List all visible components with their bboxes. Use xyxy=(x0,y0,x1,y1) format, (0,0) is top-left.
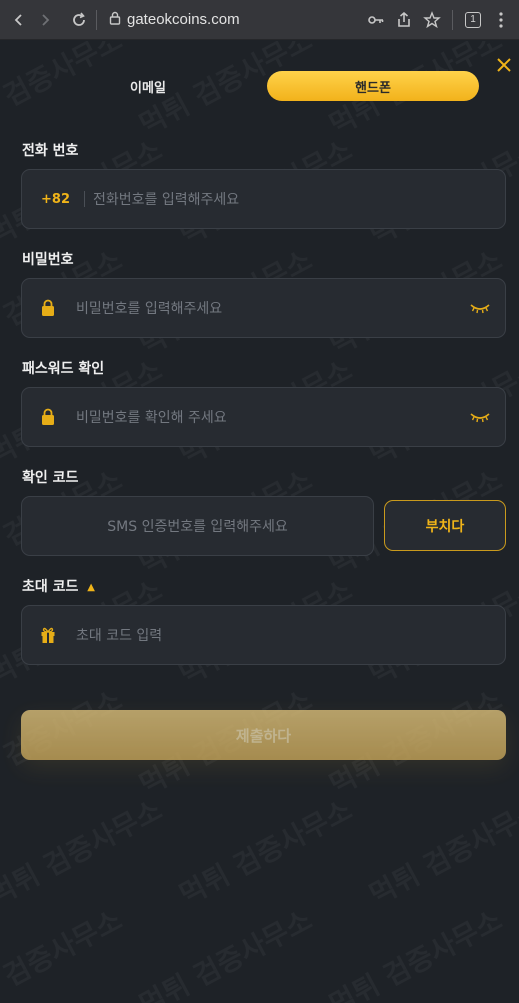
watermark-text: 먹튀 검증사무소 xyxy=(0,789,168,914)
menu-icon[interactable] xyxy=(489,8,513,32)
expand-arrow-icon[interactable]: ▲ xyxy=(87,582,95,593)
bookmark-icon[interactable] xyxy=(420,8,444,32)
lock-icon xyxy=(40,299,56,317)
watermark-text: 먹튀 검증사무소 xyxy=(132,899,319,1003)
back-icon[interactable] xyxy=(6,7,32,33)
tabs-icon[interactable]: 1 xyxy=(461,8,485,32)
site-info-icon[interactable] xyxy=(109,10,121,29)
invite-input[interactable]: 초대 코드 입력 xyxy=(76,625,162,645)
send-code-button[interactable]: 부치다 xyxy=(384,500,506,551)
tab-email[interactable]: 이메일 xyxy=(42,71,254,101)
invite-label[interactable]: 초대 코드 ▲ xyxy=(22,576,95,596)
watermark-text: 먹튀 검증사무소 xyxy=(362,789,519,914)
login-method-tabs: 이메일 핸드폰 xyxy=(42,71,479,101)
password-confirm-label: 패스워드 확인 xyxy=(22,361,105,377)
watermark-text: 먹튀 검증사무소 xyxy=(0,899,128,1003)
forward-icon[interactable] xyxy=(32,7,58,33)
key-icon[interactable] xyxy=(364,8,388,32)
close-icon[interactable] xyxy=(493,56,515,78)
field-divider xyxy=(83,191,85,207)
tab-count: 1 xyxy=(465,11,481,28)
password-label: 비밀번호 xyxy=(22,252,74,268)
password-input[interactable]: 비밀번호를 입력해주세요 xyxy=(76,298,222,318)
reload-icon[interactable] xyxy=(66,7,92,33)
browser-toolbar: gateokcoins.com 1 xyxy=(0,0,519,40)
address-bar[interactable]: gateokcoins.com xyxy=(109,10,364,29)
lock-icon xyxy=(40,408,56,426)
share-icon[interactable] xyxy=(392,8,416,32)
phone-label: 전화 번호 xyxy=(22,143,79,159)
toolbar-divider xyxy=(96,9,97,30)
phone-field[interactable]: +82 전화번호를 입력해주세요 xyxy=(21,169,506,229)
password-field[interactable]: 비밀번호를 입력해주세요 xyxy=(21,278,506,338)
invite-field[interactable]: 초대 코드 입력 xyxy=(21,605,506,665)
password-confirm-input[interactable]: 비밀번호를 확인해 주세요 xyxy=(76,407,227,427)
phone-input[interactable]: 전화번호를 입력해주세요 xyxy=(93,189,239,209)
url-text[interactable]: gateokcoins.com xyxy=(127,11,240,28)
toolbar-divider xyxy=(452,9,453,30)
verification-input[interactable]: SMS 인증번호를 입력해주세요 xyxy=(107,516,287,536)
watermark-text: 먹튀 검증사무소 xyxy=(322,899,509,1003)
country-code[interactable]: +82 xyxy=(41,192,70,207)
watermark-text: 먹튀 검증사무소 xyxy=(172,789,359,914)
verification-label: 확인 코드 xyxy=(22,470,79,486)
eye-closed-icon[interactable] xyxy=(469,409,491,425)
invite-label-text: 초대 코드 xyxy=(22,579,79,595)
eye-closed-icon[interactable] xyxy=(469,300,491,316)
verification-field[interactable]: SMS 인증번호를 입력해주세요 xyxy=(21,496,374,556)
submit-button[interactable]: 제출하다 xyxy=(21,710,506,760)
password-confirm-field[interactable]: 비밀번호를 확인해 주세요 xyxy=(21,387,506,447)
tab-phone[interactable]: 핸드폰 xyxy=(267,71,479,101)
gift-icon xyxy=(40,626,56,644)
